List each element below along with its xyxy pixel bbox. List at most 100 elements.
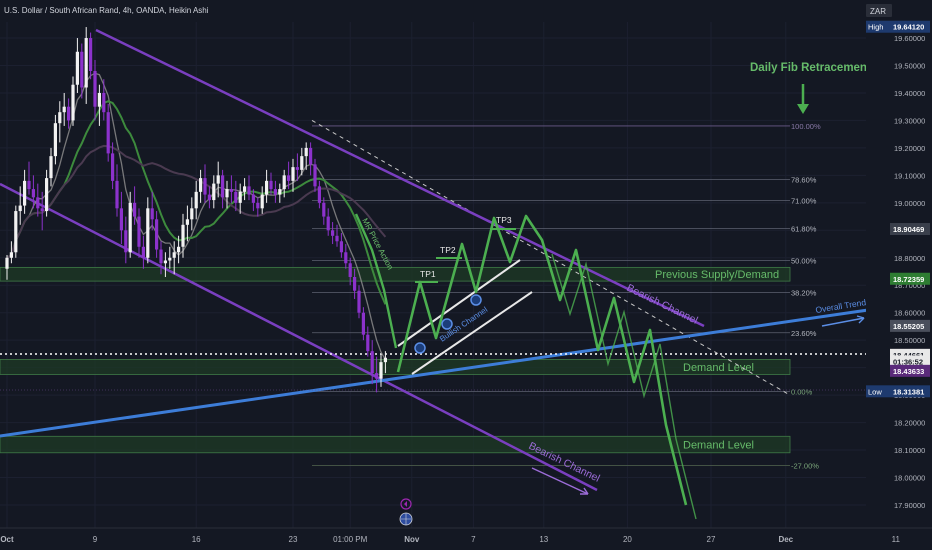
candle-body — [67, 106, 71, 121]
forex-chart[interactable]: Previous Supply/DemandDemand LevelDemand… — [0, 0, 932, 550]
tp3-label: TP3 — [496, 215, 512, 225]
tp1-label: TP1 — [420, 269, 436, 279]
time-tick-label: 27 — [707, 535, 716, 544]
candle-body — [375, 373, 379, 379]
candle-body — [370, 351, 374, 374]
candle-body — [150, 208, 154, 220]
candle-body — [111, 153, 115, 181]
candle-body — [36, 197, 40, 209]
zone-label: Demand Level — [683, 440, 754, 452]
candle-body — [212, 183, 216, 201]
price-label: 18.90469 — [890, 223, 930, 236]
price-tick-label: 19.20000 — [894, 144, 925, 153]
price-tick-label: 19.10000 — [894, 171, 925, 180]
candle-body — [366, 334, 370, 352]
time-tick-label: Nov — [404, 535, 420, 544]
candle-body — [23, 180, 27, 206]
fib-level-label: 78.60% — [791, 175, 817, 184]
candle-body — [49, 156, 53, 179]
price-label-value: 18.90469 — [893, 225, 924, 234]
candle-body — [155, 219, 159, 250]
price-label: High 19.64120 — [866, 20, 930, 33]
price-tick-label: 18.00000 — [894, 474, 925, 483]
price-tick-label: 19.30000 — [894, 116, 925, 125]
currency-label: ZAR — [870, 7, 886, 16]
candle-body — [141, 246, 145, 258]
price-tick-label: 19.40000 — [894, 89, 925, 98]
candle-body — [243, 186, 247, 192]
candle-body — [260, 194, 264, 209]
candle-body — [225, 189, 229, 198]
candle-body — [27, 180, 31, 190]
fib-level-label: 61.80% — [791, 224, 817, 233]
candle-body — [89, 38, 93, 71]
fib-level-label: 71.00% — [791, 197, 817, 206]
fib-level-label: 23.60% — [791, 329, 817, 338]
price-tick-label: 18.80000 — [894, 254, 925, 263]
candle-body — [128, 202, 132, 253]
candle-body — [251, 194, 255, 203]
candle-body — [9, 252, 13, 258]
candle-body — [287, 175, 291, 181]
candle-body — [106, 112, 110, 154]
price-label: 18.55205 — [890, 319, 930, 332]
candle-body — [53, 123, 57, 157]
candle-body — [361, 312, 365, 335]
candle-body — [14, 211, 18, 253]
candle-body — [75, 51, 79, 85]
candle-body — [124, 230, 128, 253]
candle-body — [379, 362, 383, 379]
candle-body — [177, 246, 181, 253]
price-label-value: 18.43633 — [893, 367, 924, 376]
candle-body — [273, 189, 277, 195]
candle-body — [45, 178, 49, 212]
candle-body — [5, 257, 9, 269]
candle-body — [93, 70, 97, 107]
time-tick-label: 01:00 PM — [333, 535, 368, 544]
candle-body — [216, 175, 220, 184]
time-tick-label: 23 — [289, 535, 298, 544]
candle-body — [97, 92, 101, 107]
candle-body — [190, 208, 194, 220]
candle-body — [344, 252, 348, 264]
candle-body — [313, 164, 317, 187]
candle-body — [62, 106, 66, 113]
fib-level-label: -27.00% — [791, 461, 819, 470]
candle-body — [322, 202, 326, 217]
candle-body — [146, 208, 150, 258]
candle-body — [119, 208, 123, 231]
fib-level-label: 38.20% — [791, 289, 817, 298]
price-tick-label: 17.90000 — [894, 501, 925, 510]
candle-body — [331, 230, 335, 236]
price-label-value: 18.55205 — [893, 322, 924, 331]
earth-icon[interactable] — [399, 512, 413, 526]
candle-body — [194, 191, 198, 209]
price-tick-label: 19.60000 — [894, 34, 925, 43]
time-tick-label: Oct — [0, 535, 14, 544]
candle-body — [291, 167, 295, 181]
candle-body — [326, 216, 330, 231]
candle-body — [199, 178, 203, 192]
price-tick-label: 18.60000 — [894, 309, 925, 318]
price-label: 18.43633 — [890, 364, 930, 377]
candle-body — [353, 276, 357, 291]
candle-body — [115, 180, 119, 209]
candle-body — [181, 224, 185, 247]
fib-level-label: 100.00% — [791, 122, 821, 131]
candle-body — [159, 249, 163, 264]
time-tick-label: 16 — [192, 535, 201, 544]
candle-body — [317, 186, 321, 203]
candle-body — [335, 235, 339, 242]
bullish-channel-touch-icon — [470, 294, 482, 306]
zone-rect — [0, 358, 791, 375]
price-label-value: 18.31381 — [893, 387, 924, 396]
price-tick-label: 19.00000 — [894, 199, 925, 208]
price-label-value: 19.64120 — [893, 23, 924, 32]
candle — [106, 103, 110, 162]
price-label: 18.72359 — [890, 272, 930, 285]
price-tick-label: 18.20000 — [894, 419, 925, 428]
candle-body — [383, 357, 387, 363]
candle-body — [357, 290, 361, 313]
candle — [14, 205, 18, 258]
candle-body — [185, 219, 189, 225]
